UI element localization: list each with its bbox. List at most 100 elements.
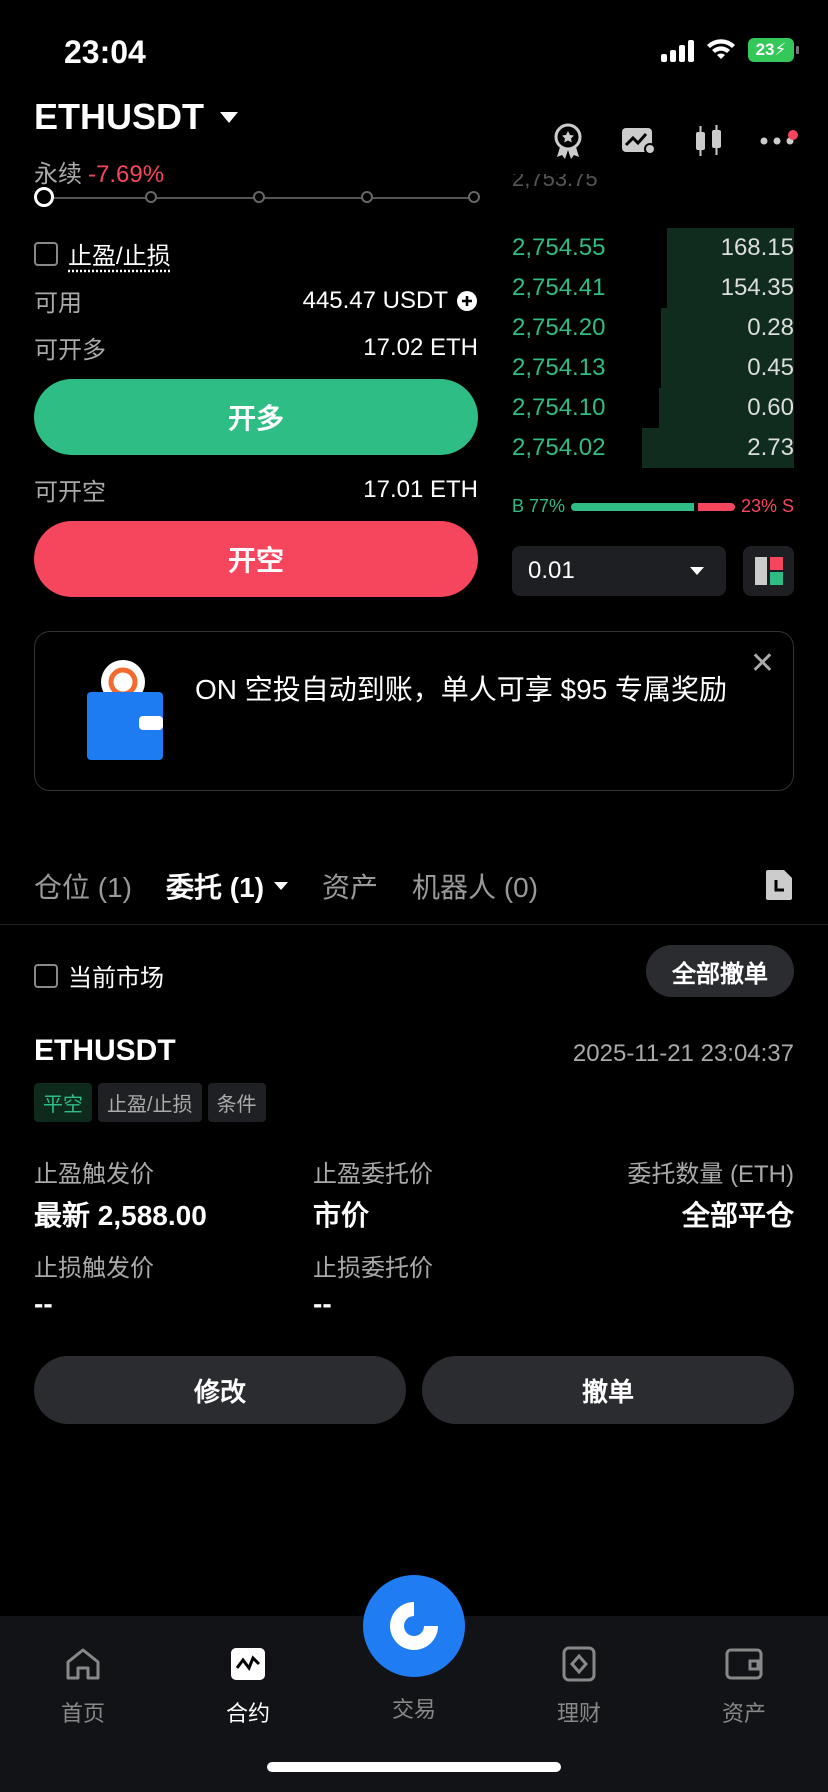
nav-trade-label: 交易	[391, 1697, 436, 1722]
contract-icon	[231, 1648, 265, 1680]
cancel-order-button[interactable]: 撤单	[422, 1356, 794, 1424]
tp-order-value: 市价	[313, 1200, 370, 1231]
tpsl-toggle[interactable]: 止盈/止损	[34, 236, 171, 271]
slider-tick[interactable]	[361, 191, 373, 203]
orderbook-row[interactable]: 2,754.20 0.28	[512, 308, 794, 348]
chevron-down-icon	[274, 882, 289, 890]
slider-tick[interactable]	[253, 191, 265, 203]
orderbook-qty: 154.35	[720, 274, 794, 301]
tpsl-label: 止盈/止损	[68, 243, 171, 270]
chevron-down-icon	[690, 567, 704, 575]
can-short-value: 17.01 ETH	[363, 475, 478, 503]
notification-dot	[788, 130, 798, 140]
sl-order-value: --	[313, 1288, 332, 1319]
available-value-wrap: 445.47 USDT	[303, 287, 478, 315]
open-short-button[interactable]: 开空	[34, 521, 478, 597]
status-icons: 23 ⚡	[661, 38, 799, 62]
modify-order-button[interactable]: 修改	[34, 1356, 406, 1424]
current-market-toggle[interactable]: 当前市场	[34, 958, 164, 993]
available-value: 445.47 USDT	[302, 286, 448, 314]
pair-selector[interactable]: ETHUSDT	[34, 96, 238, 138]
pair-name: ETHUSDT	[34, 96, 204, 137]
tp-trigger-value: 最新 2,588.00	[34, 1200, 207, 1231]
add-circle-icon[interactable]	[456, 290, 478, 312]
precision-select[interactable]: 0.01	[512, 546, 726, 596]
can-short-label: 可开空	[34, 479, 106, 506]
tab-orders[interactable]: 委托 (1)	[166, 866, 289, 906]
finance-icon	[562, 1646, 596, 1682]
header-icons	[550, 122, 798, 160]
trade-logo-icon	[390, 1602, 438, 1650]
orderbook-layout-button[interactable]	[743, 546, 794, 596]
nav-trade-button[interactable]	[363, 1575, 465, 1677]
slider-knob[interactable]	[34, 187, 54, 207]
qty-label: 委托数量 (ETH)	[627, 1161, 794, 1188]
sell-ratio-label: 23% S	[740, 496, 794, 516]
nav-home[interactable]: 首页	[33, 1642, 133, 1728]
home-indicator	[267, 1762, 561, 1772]
nav-assets[interactable]: 资产	[694, 1642, 794, 1728]
orderbook-row[interactable]: 2,754.10 0.60	[512, 388, 794, 428]
orderbook-price: 2,754.10	[512, 394, 606, 421]
contract-type: 永续	[34, 161, 82, 188]
promo-banner[interactable]: ON 空投自动到账，单人可享 $95 专属奖励 ✕	[34, 631, 794, 791]
battery-icon: 23 ⚡	[748, 38, 799, 62]
orderbook-qty: 0.45	[747, 354, 794, 381]
orderbook-row[interactable]: 2,754.13 0.45	[512, 348, 794, 388]
order-pair: ETHUSDT	[34, 1034, 176, 1067]
history-document-icon[interactable]	[764, 868, 794, 902]
more-button[interactable]	[760, 130, 798, 146]
orderbook-row[interactable]: 2,754.41 154.35	[512, 268, 794, 308]
buy-ratio-label: B 77%	[512, 496, 566, 516]
order-tabs: 仓位 (1) 委托 (1) 资产 机器人 (0)	[34, 866, 538, 906]
current-market-checkbox[interactable]	[34, 963, 58, 988]
nav-assets-label: 资产	[721, 1701, 766, 1726]
close-icon[interactable]: ✕	[750, 646, 775, 681]
leverage-slider[interactable]	[34, 187, 480, 207]
can-long-value: 17.02 ETH	[363, 333, 478, 361]
orderbook-price: 2,754.02	[512, 434, 606, 461]
award-icon[interactable]	[550, 122, 586, 160]
current-market-label: 当前市场	[68, 965, 164, 992]
open-long-button[interactable]: 开多	[34, 379, 478, 455]
cancel-all-button[interactable]: 全部撤单	[646, 945, 794, 997]
orderbook-qty: 2.73	[747, 434, 794, 461]
sl-trigger-value: --	[34, 1288, 53, 1319]
orderbook-partial-price: 2,753.75	[512, 174, 598, 191]
tab-positions[interactable]: 仓位 (1)	[34, 866, 132, 906]
slider-tick[interactable]	[468, 191, 480, 203]
slider-tick[interactable]	[145, 191, 157, 203]
wallet-icon	[87, 660, 163, 760]
tab-bots[interactable]: 机器人 (0)	[412, 866, 538, 906]
candlestick-icon[interactable]	[692, 124, 726, 158]
orderbook-row[interactable]: 2,754.02 2.73	[512, 428, 794, 468]
orderbook-row[interactable]: 2,754.55 168.15	[512, 228, 794, 268]
orderbook: 2,754.55 168.15 2,754.41 154.35 2,754.20 0.28…	[512, 228, 794, 468]
can-short-row: 可开空 17.01 ETH	[34, 472, 478, 507]
status-time: 23:04	[64, 34, 146, 70]
orderbook-price: 2,754.13	[512, 354, 606, 381]
banner-text: ON 空投自动到账，单人可享 $95 专属奖励	[195, 674, 728, 705]
orderbook-qty: 0.60	[747, 394, 794, 421]
tab-assets[interactable]: 资产	[322, 866, 378, 906]
sell-ratio-bar	[698, 502, 735, 511]
wallet-icon	[725, 1648, 763, 1680]
nav-home-label: 首页	[60, 1701, 105, 1726]
orderbook-price: 2,754.41	[512, 274, 606, 301]
home-icon	[66, 1648, 100, 1680]
nav-contract[interactable]: 合约	[198, 1642, 298, 1728]
layout-icon	[754, 557, 783, 585]
available-label: 可用	[34, 290, 82, 317]
tpsl-checkbox[interactable]	[34, 241, 58, 266]
nav-finance[interactable]: 理财	[529, 1642, 629, 1728]
precision-value: 0.01	[528, 557, 575, 584]
order-tags: 平空 止盈/止损 条件	[34, 1083, 266, 1122]
wifi-icon	[707, 39, 735, 59]
qty-value: 全部平仓	[681, 1200, 794, 1231]
nav-finance-label: 理财	[556, 1701, 601, 1726]
orderbook-qty: 0.28	[747, 314, 794, 341]
orderbook-price: 2,754.20	[512, 314, 606, 341]
chart-settings-icon[interactable]	[620, 125, 658, 157]
pair-subtitle: 永续 -7.69%	[34, 154, 164, 189]
buy-ratio-bar	[571, 502, 695, 511]
